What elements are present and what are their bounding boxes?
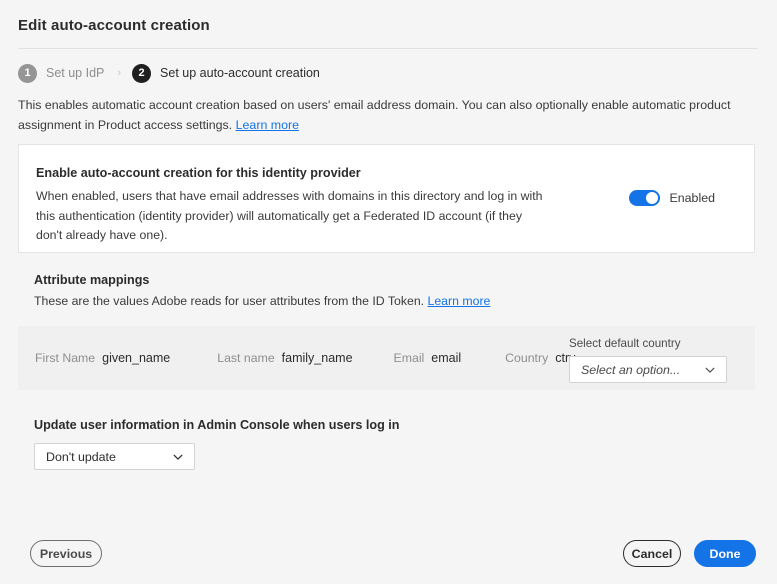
toggle-state-label: Enabled — [670, 191, 715, 205]
attribute-label-first-name: First Name — [35, 351, 95, 365]
toggle-knob — [646, 192, 658, 204]
edit-auto-account-creation-dialog: Edit auto-account creation 1 Set up IdP … — [0, 0, 777, 584]
attribute-mappings-panel: First Name given_name Last name family_n… — [18, 326, 755, 390]
done-button[interactable]: Done — [694, 540, 756, 567]
attribute-label-last-name: Last name — [217, 351, 274, 365]
enable-auto-account-toggle[interactable] — [629, 190, 660, 206]
enable-toggle-group[interactable]: Enabled — [629, 190, 715, 206]
stepper-step-1[interactable]: 1 Set up IdP — [18, 64, 104, 83]
default-country-label: Select default country — [569, 337, 727, 350]
title-divider — [18, 48, 758, 49]
attribute-label-email: Email — [394, 351, 425, 365]
chevron-down-icon — [705, 365, 715, 375]
attribute-value-last-name: family_name — [282, 351, 353, 365]
update-user-info-select[interactable]: Don't update — [34, 443, 195, 470]
stepper-step-2[interactable]: 2 Set up auto-account creation — [132, 64, 320, 83]
stepper-separator-icon: › — [117, 68, 121, 79]
page-title: Edit auto-account creation — [18, 17, 210, 34]
attribute-mappings-description: These are the values Adobe reads for use… — [34, 294, 490, 308]
step-1-badge: 1 — [18, 64, 37, 83]
enable-card-description: When enabled, users that have email addr… — [36, 187, 546, 246]
step-2-label: Set up auto-account creation — [160, 66, 320, 80]
enable-auto-account-card: Enable auto-account creation for this id… — [18, 144, 755, 253]
attribute-field-first-name: First Name given_name — [35, 351, 170, 365]
previous-button[interactable]: Previous — [30, 540, 102, 567]
chevron-down-icon — [173, 452, 183, 462]
default-country-select-value: Select an option... — [570, 363, 680, 377]
attribute-value-first-name: given_name — [102, 351, 170, 365]
stepper: 1 Set up IdP › 2 Set up auto-account cre… — [18, 63, 320, 83]
attribute-value-email: email — [431, 351, 461, 365]
update-user-info-select-value: Don't update — [35, 450, 116, 464]
default-country-select[interactable]: Select an option... — [569, 356, 727, 383]
intro-paragraph: This enables automatic account creation … — [18, 95, 744, 135]
attribute-mappings-description-text: These are the values Adobe reads for use… — [34, 294, 428, 308]
cancel-button[interactable]: Cancel — [623, 540, 681, 567]
attribute-mappings-learn-more-link[interactable]: Learn more — [428, 294, 491, 308]
attribute-mappings-heading: Attribute mappings — [34, 273, 149, 287]
intro-text: This enables automatic account creation … — [18, 98, 731, 132]
attribute-field-last-name: Last name family_name — [217, 351, 352, 365]
update-user-info-heading: Update user information in Admin Console… — [34, 418, 399, 432]
attribute-field-email: Email email — [394, 351, 462, 365]
intro-learn-more-link[interactable]: Learn more — [236, 118, 299, 132]
attribute-field-country: Country ctry — [505, 351, 575, 365]
step-1-label: Set up IdP — [46, 66, 104, 80]
attribute-mappings-fields: First Name given_name Last name family_n… — [35, 351, 575, 365]
attribute-label-country: Country — [505, 351, 548, 365]
default-country-group: Select default country Select an option.… — [569, 337, 727, 383]
enable-card-text: Enable auto-account creation for this id… — [36, 166, 546, 246]
step-2-badge: 2 — [132, 64, 151, 83]
enable-card-heading: Enable auto-account creation for this id… — [36, 166, 546, 180]
